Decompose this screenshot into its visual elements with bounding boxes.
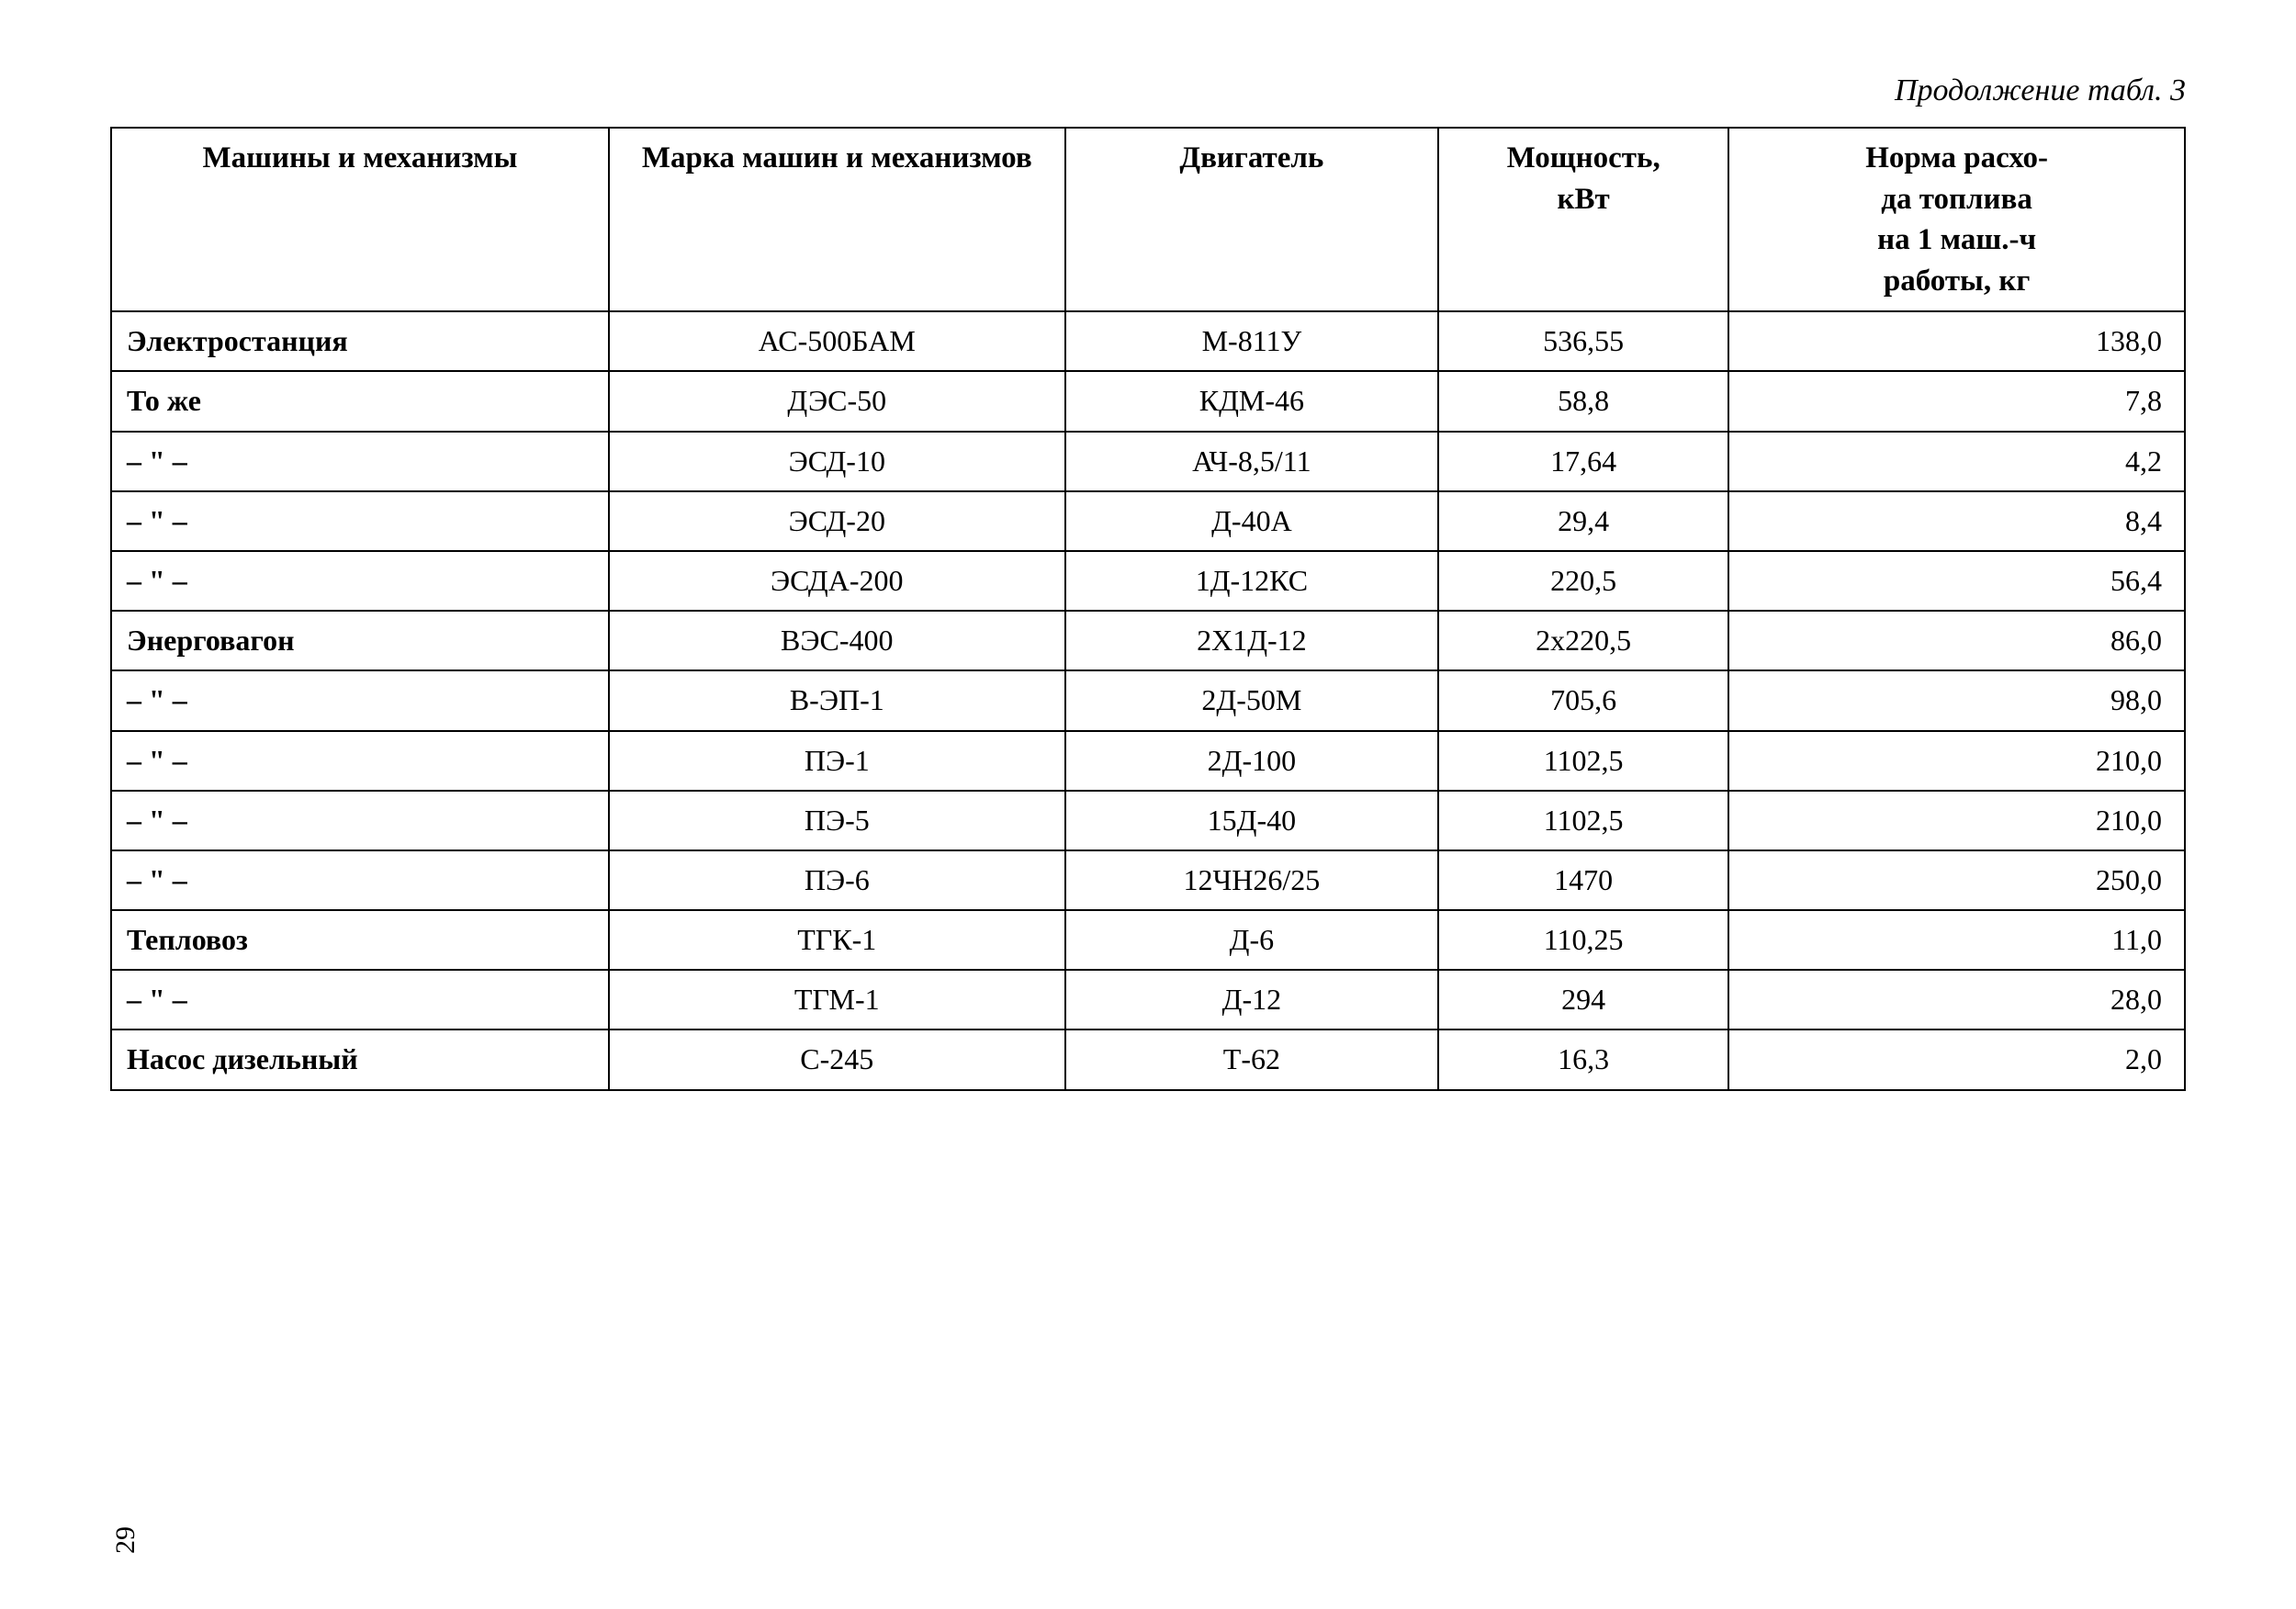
table-row: – " –ПЭ-12Д-1001102,5210,0 <box>111 731 2185 791</box>
cell-brand: ТГК-1 <box>609 910 1065 970</box>
cell-brand: ВЭС-400 <box>609 611 1065 670</box>
cell-norm: 98,0 <box>1728 670 2185 730</box>
table-header-row: Машины и механизмы Марка машин и механиз… <box>111 128 2185 311</box>
cell-machine: – " – <box>111 850 609 910</box>
cell-engine: 12ЧН26/25 <box>1065 850 1438 910</box>
cell-power: 536,55 <box>1438 311 1728 371</box>
cell-engine: Д-6 <box>1065 910 1438 970</box>
cell-brand: ДЭС-50 <box>609 371 1065 431</box>
cell-norm: 7,8 <box>1728 371 2185 431</box>
cell-engine: 15Д-40 <box>1065 791 1438 850</box>
table-row: То жеДЭС-50КДМ-4658,87,8 <box>111 371 2185 431</box>
cell-brand: ТГМ-1 <box>609 970 1065 1030</box>
cell-norm: 4,2 <box>1728 432 2185 491</box>
cell-power: 1102,5 <box>1438 731 1728 791</box>
cell-machine: – " – <box>111 970 609 1030</box>
cell-machine: – " – <box>111 791 609 850</box>
cell-norm: 250,0 <box>1728 850 2185 910</box>
cell-brand: С-245 <box>609 1030 1065 1089</box>
cell-norm: 11,0 <box>1728 910 2185 970</box>
cell-engine: 2Д-50М <box>1065 670 1438 730</box>
cell-norm: 8,4 <box>1728 491 2185 551</box>
cell-norm: 2,0 <box>1728 1030 2185 1089</box>
cell-power: 16,3 <box>1438 1030 1728 1089</box>
cell-norm: 138,0 <box>1728 311 2185 371</box>
table-row: Насос дизельныйС-245Т-6216,32,0 <box>111 1030 2185 1089</box>
table-row: – " –ЭСД-10АЧ-8,5/1117,644,2 <box>111 432 2185 491</box>
cell-machine: Энерговагон <box>111 611 609 670</box>
cell-power: 29,4 <box>1438 491 1728 551</box>
cell-engine: 2Д-100 <box>1065 731 1438 791</box>
cell-brand: ПЭ-5 <box>609 791 1065 850</box>
header-power: Мощность, кВт <box>1438 128 1728 311</box>
main-table: Машины и механизмы Марка машин и механиз… <box>110 127 2186 1091</box>
cell-engine: М-811У <box>1065 311 1438 371</box>
cell-machine: – " – <box>111 491 609 551</box>
page-number: 29 <box>110 1526 141 1554</box>
cell-power: 294 <box>1438 970 1728 1030</box>
cell-power: 705,6 <box>1438 670 1728 730</box>
cell-engine: Д-12 <box>1065 970 1438 1030</box>
cell-machine: – " – <box>111 670 609 730</box>
cell-norm: 86,0 <box>1728 611 2185 670</box>
cell-norm: 28,0 <box>1728 970 2185 1030</box>
cell-machine: – " – <box>111 731 609 791</box>
header-machines: Машины и механизмы <box>111 128 609 311</box>
cell-brand: ПЭ-1 <box>609 731 1065 791</box>
cell-brand: ЭСДА-200 <box>609 551 1065 611</box>
cell-engine: Т-62 <box>1065 1030 1438 1089</box>
cell-power: 2х220,5 <box>1438 611 1728 670</box>
header-norm: Норма расхо- да топлива на 1 маш.-ч рабо… <box>1728 128 2185 311</box>
cell-machine: – " – <box>111 551 609 611</box>
cell-brand: ЭСД-20 <box>609 491 1065 551</box>
cell-machine: – " – <box>111 432 609 491</box>
cell-engine: АЧ-8,5/11 <box>1065 432 1438 491</box>
table-row: – " –ЭСДА-2001Д-12КС220,556,4 <box>111 551 2185 611</box>
cell-brand: ПЭ-6 <box>609 850 1065 910</box>
cell-engine: Д-40А <box>1065 491 1438 551</box>
cell-brand: В-ЭП-1 <box>609 670 1065 730</box>
table-row: – " –ПЭ-612ЧН26/251470250,0 <box>111 850 2185 910</box>
table-row: ТепловозТГК-1Д-6110,2511,0 <box>111 910 2185 970</box>
cell-machine: Тепловоз <box>111 910 609 970</box>
table-row: – " –В-ЭП-12Д-50М705,698,0 <box>111 670 2185 730</box>
table-row: ЭнерговагонВЭС-4002Х1Д-122х220,586,0 <box>111 611 2185 670</box>
cell-engine: КДМ-46 <box>1065 371 1438 431</box>
continuation-label: Продолжение табл. 3 <box>110 73 2186 108</box>
header-engine: Двигатель <box>1065 128 1438 311</box>
cell-power: 220,5 <box>1438 551 1728 611</box>
table-row: – " –ПЭ-515Д-401102,5210,0 <box>111 791 2185 850</box>
cell-power: 110,25 <box>1438 910 1728 970</box>
page: Продолжение табл. 3 Машины и механизмы М… <box>0 0 2296 1609</box>
table-row: ЭлектростанцияАС-500БАММ-811У536,55138,0 <box>111 311 2185 371</box>
cell-machine: Насос дизельный <box>111 1030 609 1089</box>
cell-norm: 210,0 <box>1728 731 2185 791</box>
cell-power: 17,64 <box>1438 432 1728 491</box>
cell-engine: 1Д-12КС <box>1065 551 1438 611</box>
header-brand: Марка машин и механизмов <box>609 128 1065 311</box>
cell-machine: То же <box>111 371 609 431</box>
cell-engine: 2Х1Д-12 <box>1065 611 1438 670</box>
cell-norm: 210,0 <box>1728 791 2185 850</box>
table-row: – " –ЭСД-20Д-40А29,48,4 <box>111 491 2185 551</box>
table-row: – " –ТГМ-1Д-1229428,0 <box>111 970 2185 1030</box>
cell-brand: ЭСД-10 <box>609 432 1065 491</box>
cell-power: 1470 <box>1438 850 1728 910</box>
cell-norm: 56,4 <box>1728 551 2185 611</box>
cell-brand: АС-500БАМ <box>609 311 1065 371</box>
cell-power: 58,8 <box>1438 371 1728 431</box>
cell-machine: Электростанция <box>111 311 609 371</box>
cell-power: 1102,5 <box>1438 791 1728 850</box>
